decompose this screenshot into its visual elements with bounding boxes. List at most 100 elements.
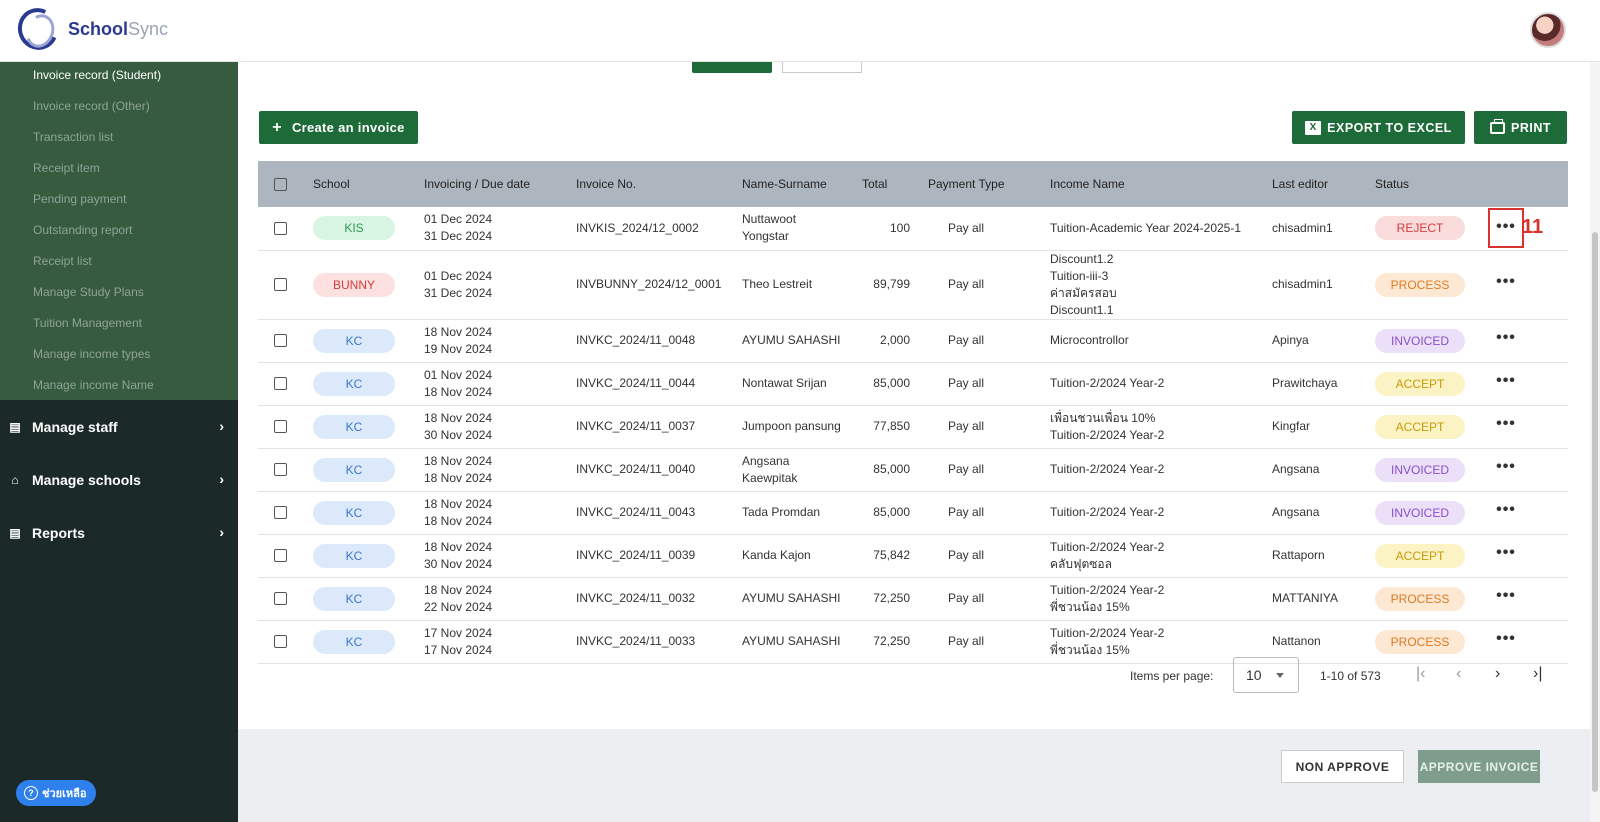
row-actions-button[interactable]: ••• [1488,579,1524,619]
invoice-number: INVKC_2024/11_0048 [576,319,742,363]
row-actions-button[interactable]: ••• [1488,321,1524,361]
invoice-total: 77,850 [862,405,928,449]
payment-type: Pay all [928,448,1050,492]
prev-page-icon[interactable]: ‹ [1456,665,1461,683]
table-row[interactable]: KC 18 Nov 2024 30 Nov 2024 INVKC_2024/11_00… [258,405,1568,449]
due-date: 30 Nov 2024 [424,427,493,442]
sidebar-item-manage-schools[interactable]: ⌂ Manage schools › [0,453,238,506]
row-actions-button[interactable]: ••• [1488,208,1524,249]
row-checkbox[interactable] [274,635,287,649]
next-page-icon[interactable]: › [1495,665,1500,683]
status-badge: ACCEPT [1375,414,1465,439]
last-page-icon[interactable]: ›| [1533,665,1542,683]
sidebar-item-reports[interactable]: ▤ Reports › [0,506,238,559]
row-checkbox[interactable] [274,278,287,292]
sidebar-item-pending-payment[interactable]: Pending payment [0,186,238,217]
col-total[interactable]: Total [862,161,928,207]
table-row[interactable]: KC 01 Nov 2024 18 Nov 2024 INVKC_2024/11_00… [258,362,1568,406]
sidebar-item-receipt-list[interactable]: Receipt list [0,248,238,279]
row-actions-button[interactable]: ••• [1488,265,1524,305]
row-actions-button[interactable]: ••• [1488,407,1524,447]
chevron-down-icon [1276,673,1284,678]
row-checkbox[interactable] [274,222,287,236]
print-label: PRINT [1511,120,1551,135]
row-checkbox[interactable] [274,334,287,348]
table-row[interactable]: KC 18 Nov 2024 30 Nov 2024 INVKC_2024/11_00… [258,534,1568,578]
help-button[interactable]: ? ช่วยเหลือ [16,780,97,806]
col-income-name[interactable]: Income Name [1050,161,1272,207]
sidebar-item-invoice-record-student[interactable]: Invoice record (Student) [0,62,238,93]
invoice-table: School Invoicing / Due date Invoice No. … [258,161,1568,664]
student-name: AYUMU SAHASHI [742,319,862,363]
sidebar-item-receipt-item[interactable]: Receipt item [0,155,238,186]
invoice-date: 18 Nov 2024 [424,496,493,511]
sidebar-item-outstanding-report[interactable]: Outstanding report [0,217,238,248]
export-excel-button[interactable]: X EXPORT TO EXCEL [1292,111,1465,144]
col-status[interactable]: Status [1375,161,1488,207]
table-row[interactable]: KC 18 Nov 2024 18 Nov 2024 INVKC_2024/11_00… [258,448,1568,492]
invoice-number: INVKC_2024/11_0037 [576,405,742,449]
row-actions-button[interactable]: ••• [1488,450,1524,490]
invoice-date: 18 Nov 2024 [424,539,493,554]
invoice-total: 100 [862,207,928,251]
create-invoice-label: Create an invoice [291,120,405,135]
col-invoice-no[interactable]: Invoice No. [576,161,742,207]
payment-type: Pay all [928,362,1050,406]
status-badge: PROCESS [1375,586,1465,611]
student-name: Jumpoon pansung [742,405,862,449]
last-editor: Apinya [1272,319,1375,363]
scrollbar[interactable] [1590,62,1600,822]
print-button[interactable]: PRINT [1474,111,1567,144]
payment-type: Pay all [928,319,1050,363]
page-range: 1-10 of 573 [1320,669,1381,683]
sidebar-item-manage-staff[interactable]: ▤ Manage staff › [0,400,238,453]
row-checkbox[interactable] [274,420,287,434]
sidebar-item-tuition-management[interactable]: Tuition Management [0,310,238,341]
sidebar-item-manage-income-types[interactable]: Manage income types [0,341,238,372]
school-badge: KC [313,500,395,525]
sidebar-item-transaction-list[interactable]: Transaction list [0,124,238,155]
create-invoice-button[interactable]: + Create an invoice [259,111,418,144]
table-row[interactable]: KC 18 Nov 2024 18 Nov 2024 INVKC_2024/11_00… [258,491,1568,535]
sidebar-item-manage-income-name[interactable]: Manage income Name [0,372,238,403]
col-payment-type[interactable]: Payment Type [928,161,1050,207]
row-checkbox[interactable] [274,592,287,606]
row-actions-button[interactable]: ••• [1488,536,1524,576]
due-date: 19 Nov 2024 [424,341,493,356]
row-checkbox[interactable] [274,506,287,520]
items-per-page-select[interactable]: 10 [1233,657,1299,693]
row-checkbox[interactable] [274,549,287,563]
table-row[interactable]: BUNNY 01 Dec 2024 31 Dec 2024 INVBUNNY_2024… [258,250,1568,320]
select-all-checkbox[interactable] [274,177,287,191]
approve-invoice-button[interactable]: APPROVE INVOICE [1418,750,1540,783]
brand-logo[interactable]: SchoolSync [12,2,168,56]
sidebar-item-manage-study-plans[interactable]: Manage Study Plans [0,279,238,310]
income-line: Discount1.2 [1050,251,1114,266]
school-badge: KC [313,543,395,568]
user-avatar[interactable] [1530,12,1566,48]
income-line: คลับฟุตซอล [1050,556,1112,571]
scrollbar-thumb[interactable] [1592,232,1598,792]
last-editor: chisadmin1 [1272,207,1375,251]
income-line: Microcontrollor [1050,333,1129,347]
first-page-icon[interactable]: |‹ [1416,665,1425,683]
row-actions-button[interactable]: ••• [1488,364,1524,404]
col-dates[interactable]: Invoicing / Due date [424,161,576,207]
row-actions-button[interactable]: ••• [1488,622,1524,662]
table-row[interactable]: KC 18 Nov 2024 22 Nov 2024 INVKC_2024/11_00… [258,577,1568,621]
table-row[interactable]: KIS 01 Dec 2024 31 Dec 2024 INVKIS_2024/12_… [258,207,1568,251]
col-name[interactable]: Name-Surname [742,161,862,207]
sidebar-item-invoice-record-other[interactable]: Invoice record (Other) [0,93,238,124]
col-school[interactable]: School [313,161,424,207]
school-badge: KC [313,629,395,654]
table-row[interactable]: KC 18 Nov 2024 19 Nov 2024 INVKC_2024/11_00… [258,319,1568,363]
income-line: Discount1.1 [1050,302,1114,317]
row-checkbox[interactable] [274,377,287,391]
row-checkbox[interactable] [274,463,287,477]
col-last-editor[interactable]: Last editor [1272,161,1375,207]
row-actions-button[interactable]: ••• [1488,493,1524,533]
non-approve-button[interactable]: NON APPROVE [1281,750,1404,783]
last-editor: Angsana [1272,491,1375,535]
invoice-number: INVKC_2024/11_0043 [576,491,742,535]
pagination: Items per page: 10 1-10 of 573 |‹ ‹ › ›| [238,657,1568,693]
